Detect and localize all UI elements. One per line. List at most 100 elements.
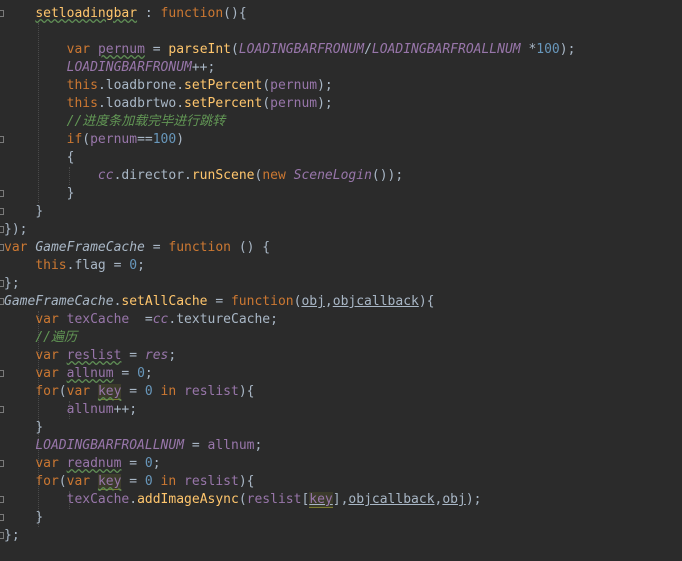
code-token: objcallback [348, 492, 435, 507]
code-line[interactable]: for(var key = 0 in reslist){ [0, 383, 682, 401]
code-token: obj [442, 492, 466, 507]
code-token: ) [176, 132, 185, 147]
code-token: ], [332, 492, 349, 507]
code-token: 100 [152, 132, 177, 147]
code-line[interactable]: this.loadbrone.setPercent(pernum); [0, 77, 682, 95]
code-token: pernum [97, 42, 145, 57]
code-text: LOADINGBARFRONUM++; [4, 59, 216, 77]
code-token: 100 [536, 42, 560, 57]
code-token: ); [317, 96, 333, 111]
code-token: allnum [207, 438, 255, 453]
code-token: reslist [246, 492, 302, 507]
code-line[interactable]: } [0, 203, 682, 221]
code-token: new [262, 168, 294, 183]
code-line[interactable]: GameFrameCache.setAllCache = function(ob… [0, 293, 682, 311]
code-line[interactable]: }; [0, 275, 682, 293]
code-token: cc [152, 312, 169, 327]
code-editor[interactable]: setloadingbar : function(){ var pernum =… [0, 0, 682, 561]
code-token: , [324, 294, 333, 309]
code-token: reslist [66, 348, 122, 363]
code-line[interactable]: if(pernum==100) [0, 131, 682, 149]
code-line[interactable]: var texCache =cc.textureCache; [0, 311, 682, 329]
code-line[interactable]: } [0, 185, 682, 203]
code-token: } [35, 204, 44, 219]
code-token: ++; [191, 60, 216, 75]
code-token: ); [465, 492, 482, 507]
code-token: : [137, 6, 161, 21]
code-text: this.loadbrone.setPercent(pernum); [4, 77, 333, 95]
code-token: ){ [418, 294, 435, 309]
code-text: var texCache =cc.textureCache; [4, 311, 278, 329]
code-token: objcallback [332, 294, 419, 309]
code-token: var [35, 366, 67, 381]
code-token: ; [168, 348, 177, 363]
code-token: texCache [66, 492, 130, 507]
code-token: ( [82, 132, 91, 147]
code-line[interactable]: } [0, 419, 682, 437]
code-line[interactable]: for(var key = 0 in reslist){ [0, 473, 682, 491]
code-token: obj [301, 294, 325, 309]
code-line[interactable]: var allnum = 0; [0, 365, 682, 383]
code-line[interactable]: var GameFrameCache = function () { [0, 239, 682, 257]
code-token: //进度条加载完毕进行跳转 [66, 114, 226, 129]
code-line[interactable]: { [0, 149, 682, 167]
code-text: } [4, 509, 43, 527]
code-line[interactable]: setloadingbar : function(){ [0, 5, 682, 23]
code-text: }); [4, 221, 27, 239]
code-line[interactable]: allnum++; [0, 401, 682, 419]
code-line[interactable]: //遍历 [0, 329, 682, 347]
code-token: if [66, 132, 83, 147]
code-line[interactable] [0, 23, 682, 41]
code-token: = [184, 438, 208, 453]
code-text: var allnum = 0; [4, 365, 152, 383]
code-text: } [4, 185, 75, 203]
code-token: (){ [223, 6, 247, 21]
code-text: for(var key = 0 in reslist){ [4, 383, 255, 401]
code-token: .loadbrone. [97, 78, 185, 93]
code-token: allnum [66, 366, 114, 381]
code-text: }; [4, 527, 20, 545]
code-line[interactable]: //进度条加载完毕进行跳转 [0, 113, 682, 131]
code-text: var readnum = 0; [4, 455, 160, 473]
code-token: () { [231, 240, 271, 255]
code-line[interactable]: var pernum = parseInt(LOADINGBARFRONUM/L… [0, 41, 682, 59]
code-text: LOADINGBARFROALLNUM = allnum; [4, 437, 262, 455]
code-line[interactable]: }); [0, 221, 682, 239]
code-token: / [364, 42, 372, 57]
code-token: }); [4, 222, 28, 237]
code-token: = [144, 240, 169, 255]
code-text: cc.director.runScene(new SceneLogin()); [4, 167, 403, 185]
code-token: ( [262, 96, 271, 111]
code-line[interactable]: LOADINGBARFROALLNUM = allnum; [0, 437, 682, 455]
code-line[interactable]: } [0, 509, 682, 527]
code-line[interactable]: var readnum = 0; [0, 455, 682, 473]
code-token: this [66, 96, 98, 111]
code-line[interactable]: this.flag = 0; [0, 257, 682, 275]
code-line[interactable]: var reslist = res; [0, 347, 682, 365]
code-token: }; [4, 276, 20, 291]
code-line[interactable]: this.loadbrtwo.setPercent(pernum); [0, 95, 682, 113]
code-token: function [160, 6, 224, 21]
code-token: .flag = [66, 258, 130, 273]
code-line[interactable]: }; [0, 527, 682, 545]
code-line[interactable]: LOADINGBARFRONUM++; [0, 59, 682, 77]
code-token: = [121, 456, 145, 471]
code-text: texCache.addImageAsync(reslist[key],objc… [4, 491, 481, 509]
code-token: var [4, 240, 36, 255]
code-token: 0 [144, 474, 153, 489]
code-token: pernum [270, 96, 318, 111]
code-line[interactable]: cc.director.runScene(new SceneLogin()); [0, 167, 682, 185]
code-line[interactable]: texCache.addImageAsync(reslist[key],objc… [0, 491, 682, 509]
code-token: SceneLogin [293, 168, 372, 183]
code-token: = [129, 312, 153, 327]
